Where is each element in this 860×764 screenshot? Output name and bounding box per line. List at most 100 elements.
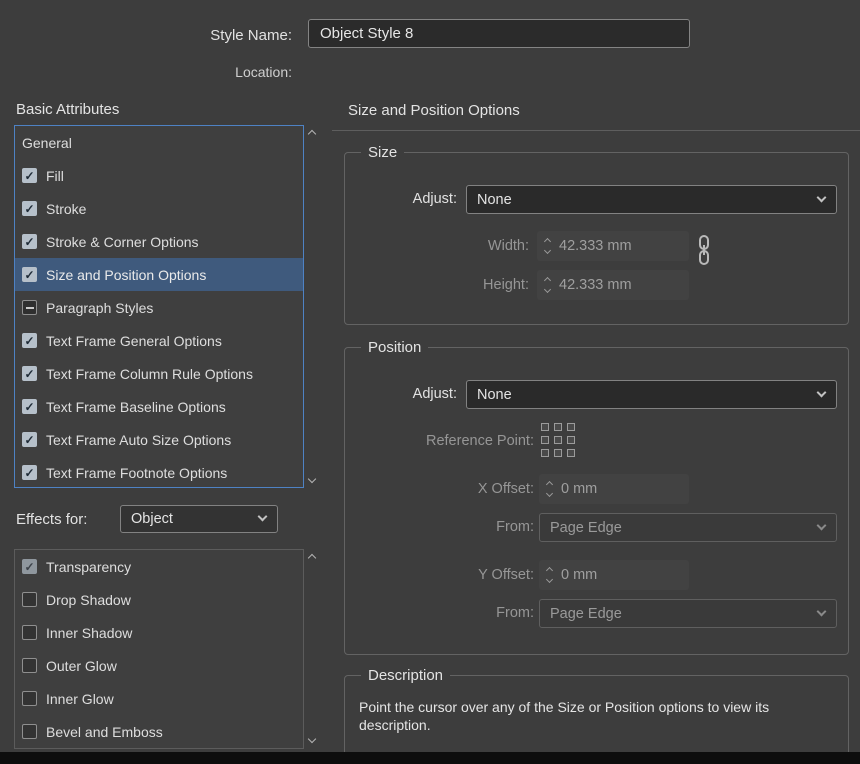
list-item-label: Text Frame Baseline Options: [46, 399, 226, 415]
link-dimensions-icon[interactable]: [697, 234, 711, 269]
basic-attributes-list[interactable]: General ✓ Fill ✓ Stroke ✓ Stroke & Corner Opti…: [14, 125, 304, 488]
effects-list[interactable]: ✓ Transparency Drop Shadow Inner Shadow Oute…: [14, 549, 304, 749]
reference-point-label: Reference Point:: [345, 431, 534, 451]
list-item-drop-shadow[interactable]: Drop Shadow: [15, 583, 303, 616]
list-item-text-frame-auto-size-options[interactable]: ✓ Text Frame Auto Size Options: [15, 423, 303, 456]
list-item-label: Text Frame Auto Size Options: [46, 432, 231, 448]
list-item-label: Transparency: [46, 559, 131, 575]
checkbox[interactable]: ✓: [22, 267, 37, 282]
scroll-up-icon[interactable]: [308, 554, 316, 562]
stepper-icon: [539, 568, 559, 582]
description-group: Description Point the cursor over any of…: [344, 675, 849, 764]
list-item-label: Size and Position Options: [46, 267, 206, 283]
list-item-stroke[interactable]: ✓ Stroke: [15, 192, 303, 225]
basic-attributes-title: Basic Attributes: [16, 101, 119, 118]
effects-for-label: Effects for:: [16, 511, 87, 528]
list-item-label: Paragraph Styles: [46, 300, 153, 316]
y-from-label: From:: [345, 599, 534, 628]
position-adjust-value: None: [477, 387, 512, 403]
list-item-outer-glow[interactable]: Outer Glow: [15, 649, 303, 682]
stepper-icon: [537, 278, 557, 292]
y-offset-value: 0 mm: [559, 567, 597, 583]
list-item-label: Stroke: [46, 201, 86, 217]
list-item-text-frame-column-rule-options[interactable]: ✓ Text Frame Column Rule Options: [15, 357, 303, 390]
list-item-label: General: [22, 135, 72, 151]
chevron-down-icon: [817, 520, 827, 530]
x-offset-field: 0 mm: [539, 474, 689, 504]
list-item-inner-glow[interactable]: Inner Glow: [15, 682, 303, 715]
basic-attributes-scrollbar[interactable]: [304, 125, 320, 488]
checkbox[interactable]: ✓: [22, 399, 37, 414]
checkbox[interactable]: ✓: [22, 432, 37, 447]
width-label: Width:: [345, 231, 529, 261]
checkbox[interactable]: ✓: [22, 168, 37, 183]
checkbox[interactable]: ✓: [22, 234, 37, 249]
list-item-bevel-and-emboss[interactable]: Bevel and Emboss: [15, 715, 303, 748]
window-edge: [0, 752, 860, 764]
location-label: Location:: [0, 64, 292, 80]
size-adjust-dropdown[interactable]: None: [466, 185, 837, 214]
x-from-label: From:: [345, 513, 534, 542]
list-item-text-frame-footnote-options[interactable]: ✓ Text Frame Footnote Options: [15, 456, 303, 488]
chevron-down-icon: [817, 387, 827, 397]
list-item-transparency[interactable]: ✓ Transparency: [15, 550, 303, 583]
list-item-label: Bevel and Emboss: [46, 724, 163, 740]
chevron-down-icon: [817, 192, 827, 202]
checkbox[interactable]: [22, 691, 37, 706]
y-from-dropdown: Page Edge: [539, 599, 837, 628]
list-item-general[interactable]: General: [15, 126, 303, 159]
scroll-down-icon[interactable]: [308, 475, 316, 483]
object-style-options-dialog: { "header": { "style_name_label": "Style…: [0, 0, 860, 764]
checkbox[interactable]: ✓: [22, 559, 37, 574]
list-item-label: Stroke & Corner Options: [46, 234, 199, 250]
checkbox[interactable]: ✓: [22, 465, 37, 480]
effects-target-dropdown[interactable]: Object: [120, 505, 278, 533]
size-adjust-label: Adjust:: [345, 185, 457, 214]
checkbox[interactable]: [22, 658, 37, 673]
list-item-size-and-position-options[interactable]: ✓ Size and Position Options: [15, 258, 303, 291]
list-item-text-frame-general-options[interactable]: ✓ Text Frame General Options: [15, 324, 303, 357]
list-item-text-frame-baseline-options[interactable]: ✓ Text Frame Baseline Options: [15, 390, 303, 423]
style-name-label: Style Name:: [0, 27, 292, 44]
effects-scrollbar[interactable]: [304, 549, 320, 748]
position-adjust-dropdown[interactable]: None: [466, 380, 837, 409]
scroll-down-icon[interactable]: [308, 735, 316, 743]
list-item-label: Text Frame General Options: [46, 333, 222, 349]
chevron-down-icon: [817, 606, 827, 616]
list-item-fill[interactable]: ✓ Fill: [15, 159, 303, 192]
y-from-value: Page Edge: [550, 606, 622, 622]
list-item-label: Text Frame Footnote Options: [46, 465, 227, 481]
checkbox[interactable]: [22, 724, 37, 739]
size-group: Size Adjust: None Width: 42.333 mm Heigh…: [344, 152, 849, 325]
list-item-inner-shadow[interactable]: Inner Shadow: [15, 616, 303, 649]
list-item-label: Text Frame Column Rule Options: [46, 366, 253, 382]
list-item-label: Outer Glow: [46, 658, 117, 674]
checkbox[interactable]: [22, 300, 37, 315]
list-item-label: Drop Shadow: [46, 592, 131, 608]
x-offset-value: 0 mm: [559, 481, 597, 497]
position-adjust-label: Adjust:: [345, 380, 457, 409]
description-group-legend: Description: [361, 666, 450, 686]
checkbox[interactable]: ✓: [22, 333, 37, 348]
list-item-paragraph-styles[interactable]: Paragraph Styles: [15, 291, 303, 324]
position-group-legend: Position: [361, 338, 428, 358]
description-text: Point the cursor over any of the Size or…: [359, 698, 841, 734]
checkbox[interactable]: [22, 625, 37, 640]
effects-target-value: Object: [131, 511, 173, 527]
checkbox[interactable]: [22, 592, 37, 607]
list-item-label: Fill: [46, 168, 64, 184]
style-name-input[interactable]: [308, 19, 690, 48]
checkbox[interactable]: ✓: [22, 366, 37, 381]
x-from-value: Page Edge: [550, 520, 622, 536]
height-field: 42.333 mm: [537, 270, 689, 300]
scroll-up-icon[interactable]: [308, 130, 316, 138]
reference-point-grid-icon: [541, 423, 579, 461]
position-group: Position Adjust: None Reference Point: X…: [344, 347, 849, 655]
width-field: 42.333 mm: [537, 231, 689, 261]
y-offset-label: Y Offset:: [345, 560, 534, 590]
size-adjust-value: None: [477, 192, 512, 208]
checkbox[interactable]: ✓: [22, 201, 37, 216]
panel-title: Size and Position Options: [348, 102, 520, 119]
list-item-stroke-corner-options[interactable]: ✓ Stroke & Corner Options: [15, 225, 303, 258]
list-item-label: Inner Glow: [46, 691, 114, 707]
